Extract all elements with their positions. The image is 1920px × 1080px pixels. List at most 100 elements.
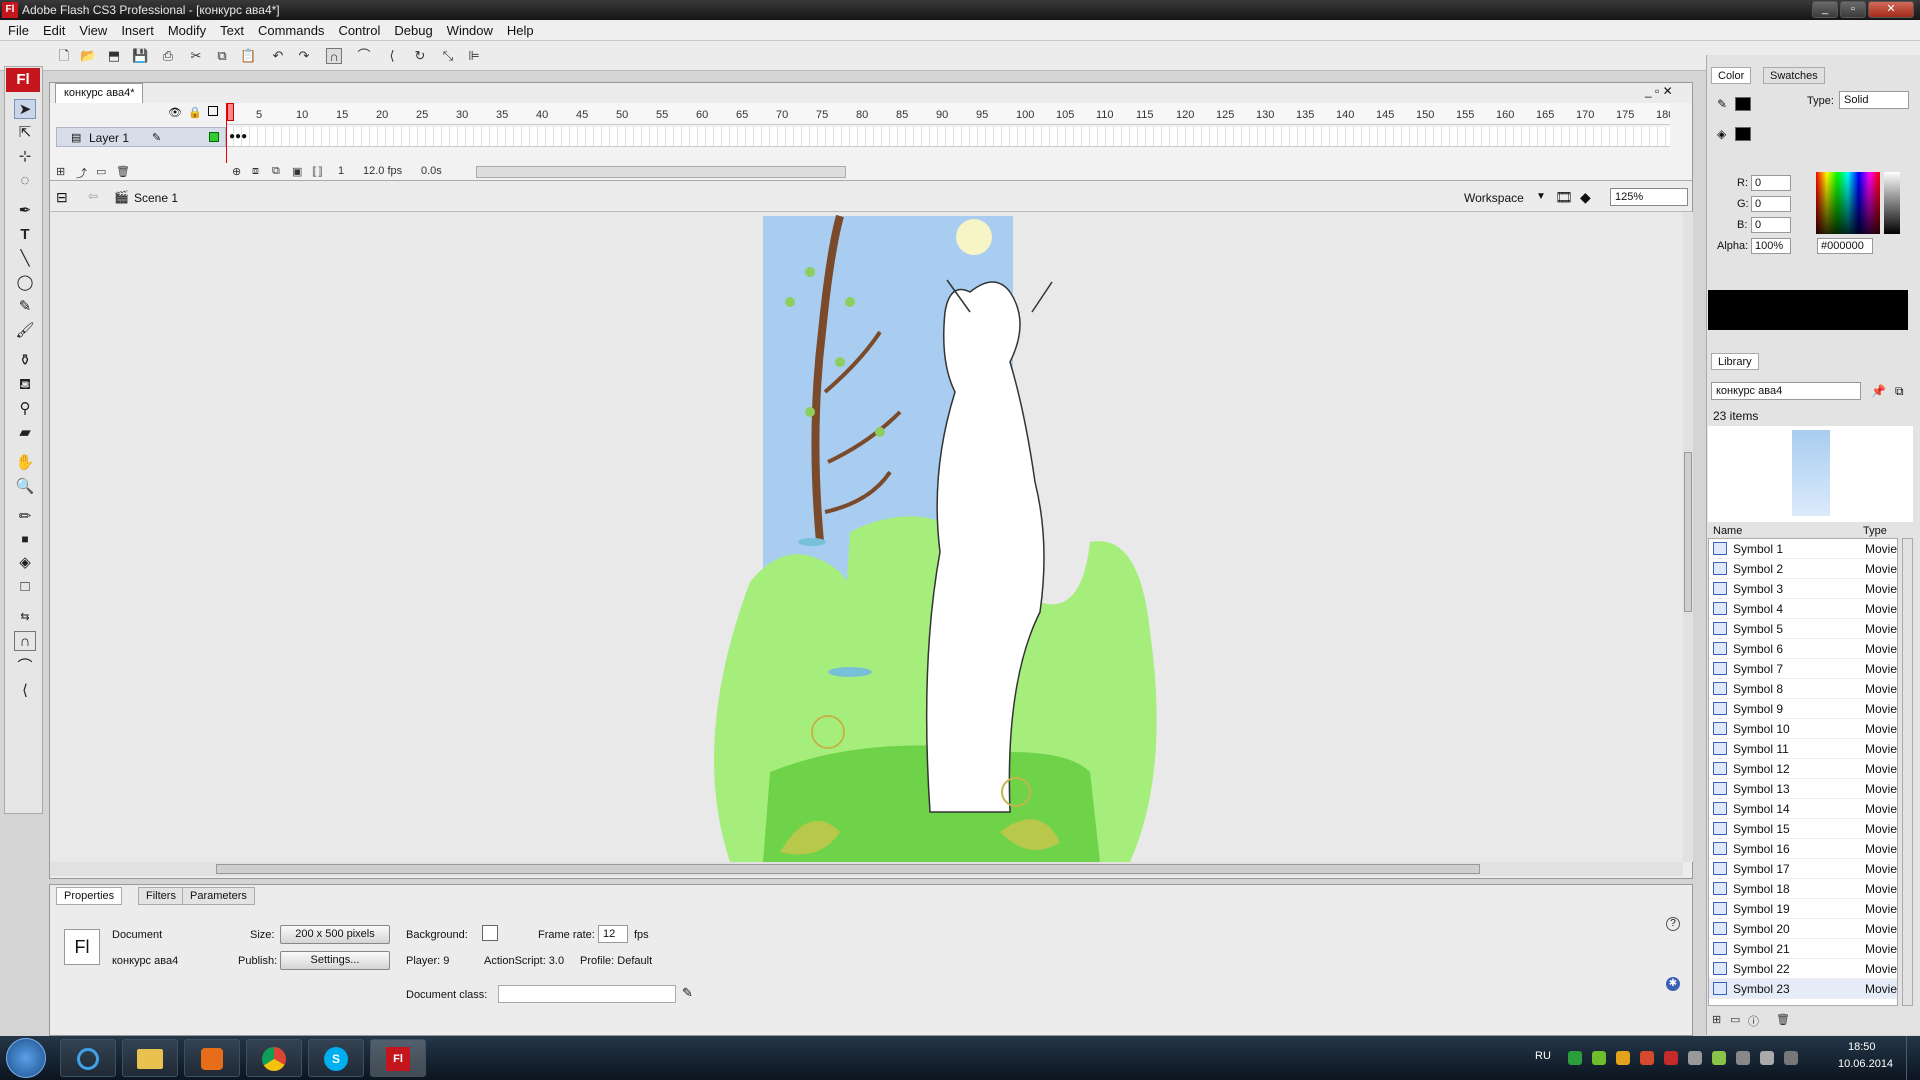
center-frame-icon[interactable]: ⊕ xyxy=(232,165,241,178)
library-item[interactable]: Symbol 1 Movie xyxy=(1709,539,1897,559)
free-transform-tool-icon[interactable]: ⊹ xyxy=(14,147,36,167)
hand-tool-icon[interactable]: ✋ xyxy=(14,453,36,473)
library-item[interactable]: Symbol 5 Movie xyxy=(1709,619,1897,639)
media-player-icon[interactable] xyxy=(184,1039,240,1077)
menu-commands[interactable]: Commands xyxy=(250,20,330,38)
insert-folder-icon[interactable]: ▭ xyxy=(96,165,106,178)
explorer-icon[interactable] xyxy=(122,1039,178,1077)
selection-tool-icon[interactable]: ➤ xyxy=(14,99,36,119)
edit-multiple-icon[interactable]: ▣ xyxy=(292,165,302,178)
menu-window[interactable]: Window xyxy=(439,20,499,38)
menu-help[interactable]: Help xyxy=(499,20,540,38)
fill-color-icon[interactable]: ◈ xyxy=(14,553,36,573)
tab-filters[interactable]: Filters xyxy=(138,887,184,905)
show-desktop-button[interactable] xyxy=(1906,1036,1920,1080)
eye-icon[interactable]: 👁 xyxy=(168,106,182,119)
library-col-type[interactable]: Type xyxy=(1863,525,1887,537)
subselection-tool-icon[interactable]: ⇱ xyxy=(14,123,36,143)
edit-class-pencil-icon[interactable]: ✎ xyxy=(682,985,693,1001)
library-item[interactable]: Symbol 13 Movie xyxy=(1709,779,1897,799)
outline-icon[interactable] xyxy=(208,106,218,116)
color-spectrum-picker[interactable] xyxy=(1816,172,1880,234)
playhead[interactable] xyxy=(226,103,234,163)
library-list[interactable]: Symbol 1 Movie Symbol 2 Movie Symbol 3 Movie S… xyxy=(1708,538,1898,1006)
stroke-swatch[interactable] xyxy=(1735,97,1751,111)
open-file-icon[interactable]: 📂 xyxy=(80,48,96,64)
close-window-button[interactable]: ✕ xyxy=(1868,1,1914,18)
eraser-tool-icon[interactable]: ▰ xyxy=(14,423,36,443)
alpha-input[interactable]: 100% xyxy=(1751,238,1791,254)
scene-label[interactable]: Scene 1 xyxy=(134,191,178,205)
line-tool-icon[interactable]: ╲ xyxy=(14,249,36,269)
flash-icon[interactable]: Fl xyxy=(370,1039,426,1077)
tray-app-icon[interactable] xyxy=(1616,1051,1630,1065)
smooth-icon[interactable]: ⌒ xyxy=(356,48,372,64)
tray-monitor-icon[interactable] xyxy=(1784,1051,1798,1065)
maximize-button[interactable]: ▫ xyxy=(1840,1,1866,18)
text-tool-icon[interactable]: T xyxy=(14,225,36,245)
library-vscroll[interactable] xyxy=(1902,538,1913,1006)
library-item[interactable]: Symbol 11 Movie xyxy=(1709,739,1897,759)
delete-layer-icon[interactable]: 🗑 xyxy=(116,165,130,178)
library-item[interactable]: Symbol 7 Movie xyxy=(1709,659,1897,679)
library-item[interactable]: Symbol 14 Movie xyxy=(1709,799,1897,819)
print-icon[interactable]: ⎙ xyxy=(160,48,176,64)
tray-download-icon[interactable] xyxy=(1568,1051,1582,1065)
undo-icon[interactable]: ↶ xyxy=(270,48,286,64)
motion-guide-icon[interactable]: ⤴ xyxy=(76,165,87,181)
library-item[interactable]: Symbol 6 Movie xyxy=(1709,639,1897,659)
onion-outline-icon[interactable]: ⧉ xyxy=(272,165,280,178)
library-item[interactable]: Symbol 12 Movie xyxy=(1709,759,1897,779)
frame-rate-input[interactable]: 12 xyxy=(598,925,628,943)
clock-time[interactable]: 18:50 xyxy=(1848,1041,1876,1053)
library-item[interactable]: Symbol 16 Movie xyxy=(1709,839,1897,859)
snap-to-objects-icon[interactable]: ∩ xyxy=(14,631,36,651)
document-class-input[interactable] xyxy=(498,985,676,1003)
lasso-tool-icon[interactable]: ◌ xyxy=(14,171,36,191)
new-folder-icon[interactable]: ▭ xyxy=(1730,1013,1740,1026)
paste-icon[interactable]: 📋 xyxy=(240,48,256,64)
tray-utorrent-icon[interactable] xyxy=(1592,1051,1606,1065)
chrome-icon[interactable] xyxy=(246,1039,302,1077)
snap-magnet-icon[interactable]: ∩ xyxy=(326,48,342,64)
document-tab[interactable]: конкурс ава4* xyxy=(55,83,144,103)
red-input[interactable]: 0 xyxy=(1751,175,1791,191)
straighten-icon[interactable]: ⟨ xyxy=(384,48,400,64)
save-icon[interactable]: 💾 xyxy=(132,48,148,64)
stroke-color-icon[interactable]: ✏ xyxy=(14,507,36,527)
fill-type-select[interactable]: Solid xyxy=(1839,91,1909,109)
pen-tool-icon[interactable]: ✒ xyxy=(14,201,36,221)
new-file-icon[interactable]: 🗋 xyxy=(56,48,72,64)
menu-debug[interactable]: Debug xyxy=(386,20,438,38)
library-item[interactable]: Symbol 17 Movie xyxy=(1709,859,1897,879)
brightness-slider[interactable] xyxy=(1884,172,1900,234)
edit-symbols-icon[interactable]: ◆ xyxy=(1580,189,1591,206)
tray-volume-icon[interactable] xyxy=(1760,1051,1774,1065)
library-item[interactable]: Symbol 15 Movie xyxy=(1709,819,1897,839)
menu-modify[interactable]: Modify xyxy=(160,20,212,38)
menu-view[interactable]: View xyxy=(71,20,113,38)
blue-input[interactable]: 0 xyxy=(1751,217,1791,233)
cut-icon[interactable]: ✂ xyxy=(188,48,204,64)
minimize-button[interactable]: _ xyxy=(1812,1,1838,18)
timeline-toggle-icon[interactable]: ⊟ xyxy=(56,189,68,206)
new-library-icon[interactable]: ⧉ xyxy=(1895,384,1904,399)
doc-window-controls[interactable]: _ ▫ ✕ xyxy=(1645,84,1673,98)
menu-file[interactable]: File xyxy=(0,20,35,38)
library-item[interactable]: Symbol 18 Movie xyxy=(1709,879,1897,899)
straighten-option-icon[interactable]: ⟨ xyxy=(14,681,36,701)
onion-skin-icon[interactable]: ⧈ xyxy=(252,165,259,178)
layer-row[interactable]: ▤ Layer 1 ✎ xyxy=(56,127,226,147)
stage-area[interactable] xyxy=(50,212,1683,862)
zoom-tool-icon[interactable]: 🔍 xyxy=(14,477,36,497)
tray-network-icon[interactable] xyxy=(1736,1051,1750,1065)
fill-color-swatch[interactable]: □ xyxy=(14,577,36,597)
background-color-swatch[interactable] xyxy=(482,925,498,941)
oval-tool-icon[interactable]: ◯ xyxy=(14,273,36,293)
smooth-option-icon[interactable]: ⌒ xyxy=(14,657,36,677)
frame-cells[interactable]: ●●● xyxy=(226,127,1670,147)
properties-icon[interactable]: ⓘ xyxy=(1748,1013,1759,1029)
library-item[interactable]: Symbol 2 Movie xyxy=(1709,559,1897,579)
menu-text[interactable]: Text xyxy=(212,20,250,38)
scale-icon[interactable]: ⤡ xyxy=(440,48,456,64)
